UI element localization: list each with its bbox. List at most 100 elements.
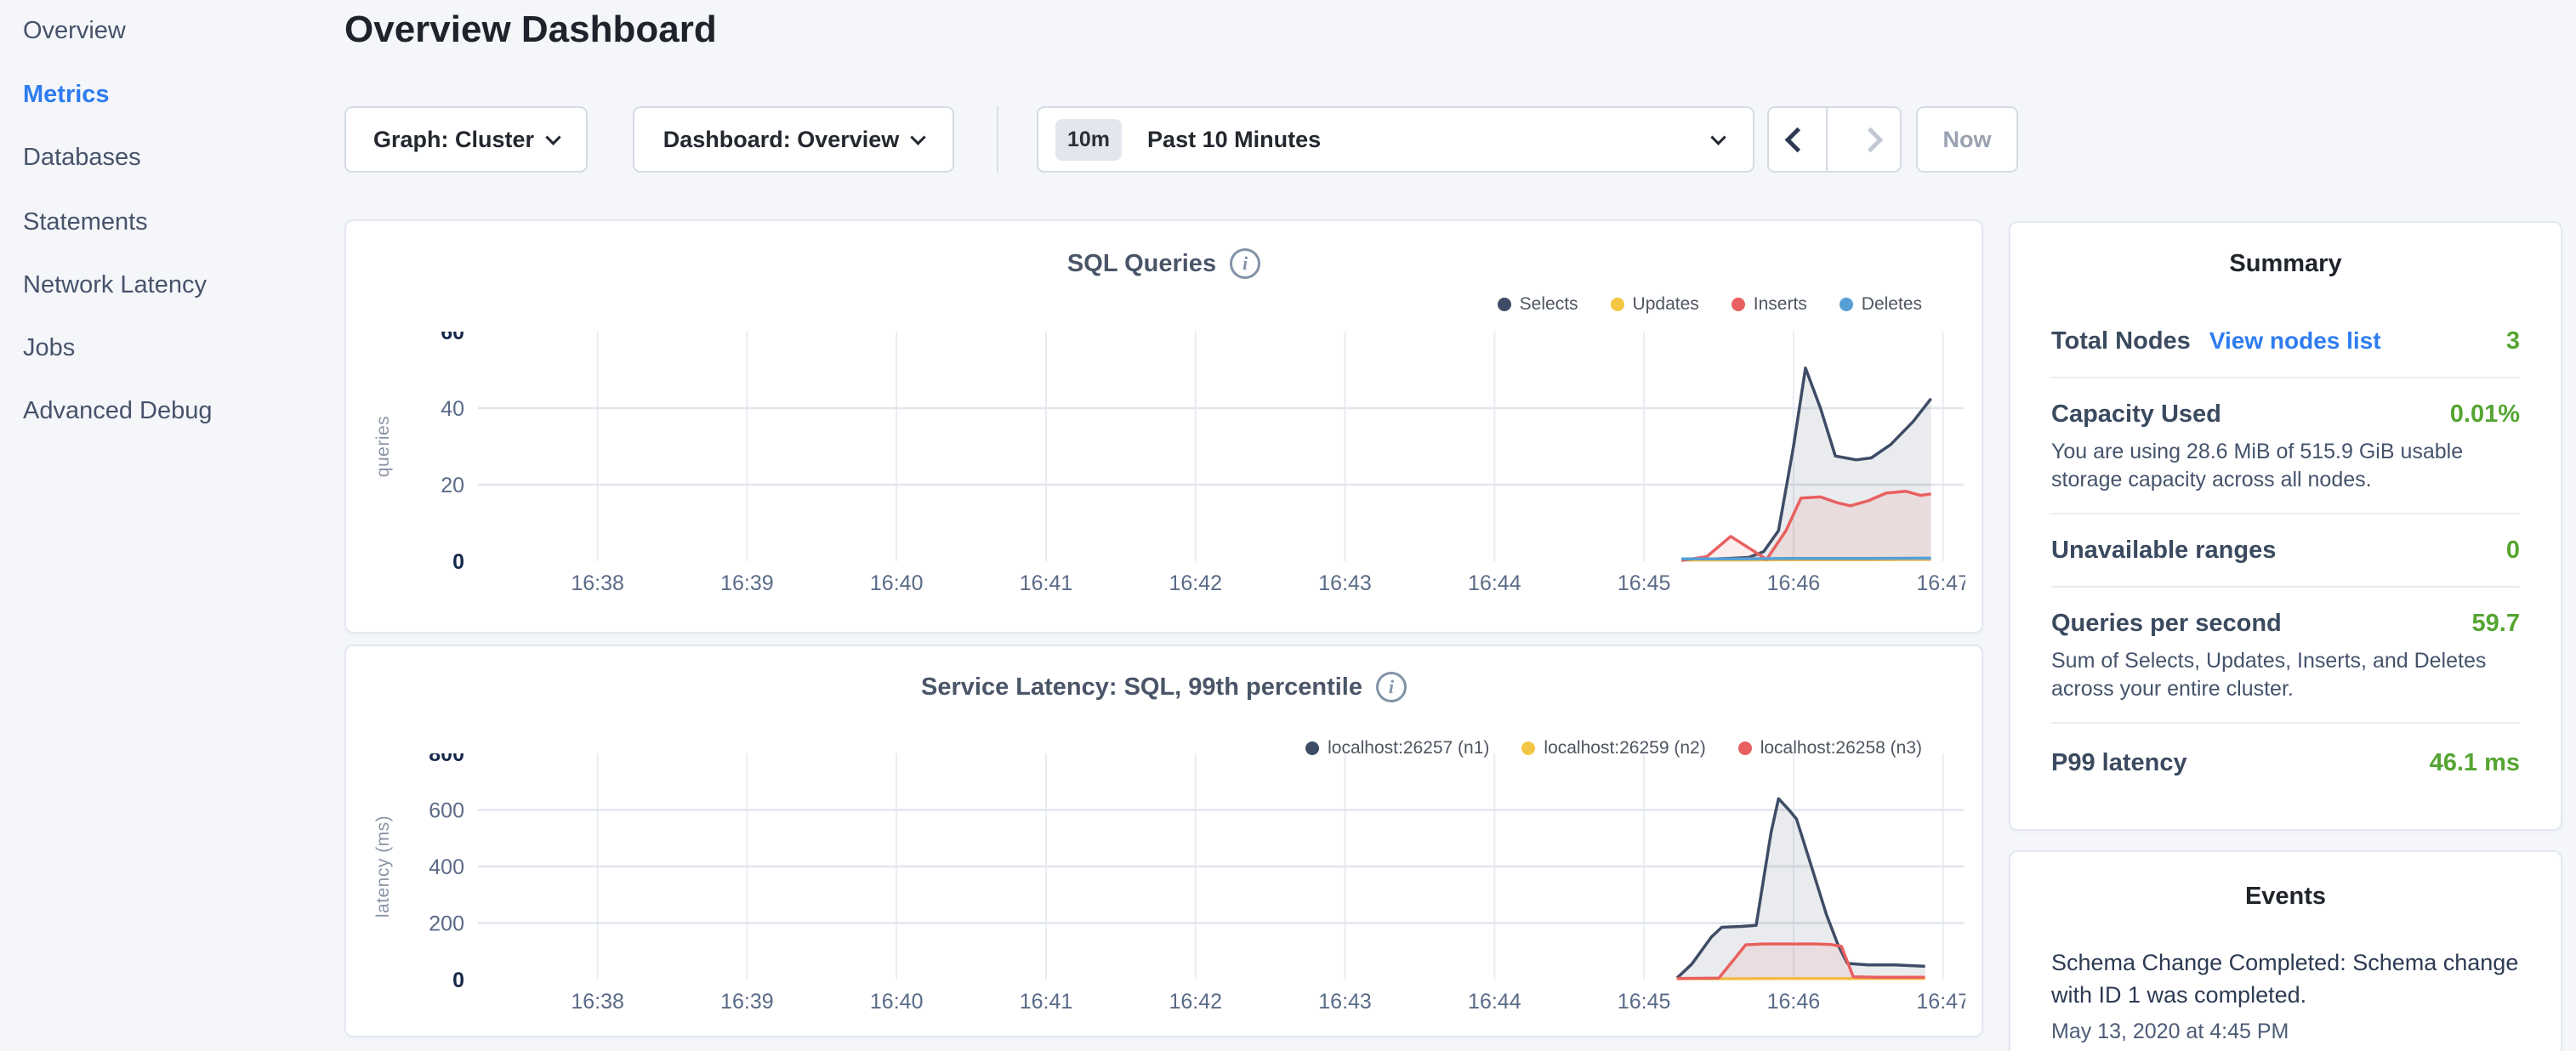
sidebar-item-overview[interactable]: Overview [23, 14, 126, 48]
chevron-down-icon [911, 129, 926, 145]
sidebar-item-jobs[interactable]: Jobs [23, 331, 75, 365]
svg-text:800: 800 [429, 753, 464, 766]
svg-text:40: 40 [441, 397, 464, 421]
summary-row-value: 0 [2506, 533, 2520, 567]
legend-dot-icon [1611, 298, 1624, 311]
svg-text:16:40: 16:40 [870, 571, 924, 595]
event-item-timestamp: May 13, 2020 at 4:45 PM [2051, 1020, 2520, 1044]
summary-row-queries-per-second: Queries per second 59.7 [2051, 606, 2520, 640]
legend-label: Deletes [1862, 294, 1922, 315]
svg-text:16:39: 16:39 [720, 990, 774, 1014]
time-range-label: Past 10 Minutes [1147, 127, 1321, 153]
controls-divider [997, 106, 998, 173]
sidebar-item-metrics[interactable]: Metrics [23, 77, 110, 111]
chart-title: SQL Queries [1067, 250, 1216, 278]
summary-panel: Summary Total Nodes View nodes list 3 Ca… [2009, 221, 2562, 831]
summary-row-label: Unavailable ranges [2051, 533, 2276, 567]
sidebar-item-databases[interactable]: Databases [23, 140, 141, 174]
dashboard-dropdown-label: Dashboard: Overview [663, 127, 900, 153]
dashboard-dropdown[interactable]: Dashboard: Overview [633, 106, 954, 173]
legend-label: Updates [1633, 294, 1699, 315]
summary-row-label: P99 latency [2051, 746, 2187, 780]
chart-title-row: Service Latency: SQL, 99th percentile i [346, 672, 1982, 702]
series-deletes [1681, 558, 1931, 559]
events-title: Events [2010, 883, 2561, 911]
svg-text:16:45: 16:45 [1618, 571, 1671, 595]
chart-title-row: SQL Queries i [346, 248, 1982, 279]
time-range-selector[interactable]: 10m Past 10 Minutes [1037, 106, 1754, 173]
chevron-left-icon [1785, 127, 1811, 152]
svg-text:16:38: 16:38 [571, 990, 624, 1014]
next-time-button[interactable] [1841, 108, 1900, 171]
svg-text:200: 200 [429, 912, 464, 936]
chart-legend: Selects Updates Inserts Deletes [1498, 294, 1922, 315]
chevron-down-icon [1710, 129, 1726, 145]
divider [2051, 722, 2520, 724]
summary-row-label: Total Nodes [2051, 324, 2191, 358]
graph-dropdown[interactable]: Graph: Cluster [344, 106, 588, 173]
sidebar-item-statements[interactable]: Statements [23, 205, 148, 239]
summary-row-value: 59.7 [2472, 606, 2520, 640]
now-button-label: Now [1943, 127, 1992, 153]
event-item-text: Schema Change Completed: Schema change w… [2051, 946, 2520, 1011]
page-title: Overview Dashboard [344, 9, 717, 51]
svg-text:16:47: 16:47 [1916, 571, 1965, 595]
legend-item: Selects [1498, 294, 1578, 315]
summary-row-label: Queries per second [2051, 606, 2282, 640]
svg-text:16:45: 16:45 [1618, 990, 1671, 1014]
sql-queries-chart-card: SQL Queries i Selects Updates Inserts Delet… [344, 219, 1983, 633]
info-icon[interactable]: i [1230, 248, 1260, 279]
events-panel: Events Schema Change Completed: Schema c… [2009, 850, 2562, 1051]
view-nodes-list-link[interactable]: View nodes list [2209, 324, 2381, 358]
legend-dot-icon [1732, 298, 1745, 311]
svg-text:16:46: 16:46 [1767, 571, 1821, 595]
legend-item: Updates [1611, 294, 1699, 315]
now-button[interactable]: Now [1916, 106, 2018, 173]
svg-text:60: 60 [441, 332, 464, 344]
info-icon[interactable]: i [1376, 672, 1407, 702]
prev-time-button[interactable] [1769, 108, 1828, 171]
graph-dropdown-label: Graph: Cluster [373, 127, 534, 153]
svg-text:16:47: 16:47 [1916, 990, 1965, 1014]
summary-row-description: You are using 28.6 MiB of 515.9 GiB usab… [2051, 438, 2520, 494]
divider [2051, 377, 2520, 378]
sql-queries-chart[interactable]: 16:3816:3916:4016:4116:4216:4316:4416:45… [418, 332, 1965, 604]
svg-text:16:44: 16:44 [1468, 990, 1521, 1014]
sidebar-item-network-latency[interactable]: Network Latency [23, 268, 207, 302]
legend-label: Selects [1520, 294, 1578, 315]
summary-row-capacity-used: Capacity Used 0.01% [2051, 397, 2520, 431]
overview-dashboard-page: Overview Metrics Databases Statements Ne… [0, 0, 2576, 1051]
chevron-right-icon [1858, 127, 1884, 152]
summary-row-total-nodes: Total Nodes View nodes list 3 [2051, 324, 2520, 358]
time-window-badge: 10m [1055, 119, 1122, 161]
svg-text:16:40: 16:40 [870, 990, 924, 1014]
divider [2051, 513, 2520, 514]
svg-text:20: 20 [441, 474, 464, 497]
chart-title: Service Latency: SQL, 99th percentile [921, 673, 1362, 702]
chevron-down-icon [545, 129, 560, 145]
sql-queries-plot[interactable]: 16:3816:3916:4016:4116:4216:4316:4416:45… [418, 332, 1965, 604]
service-latency-chart-card: Service Latency: SQL, 99th percentile i … [344, 645, 1983, 1037]
divider [2051, 586, 2520, 588]
service-latency-plot[interactable]: 16:3816:3916:4016:4116:4216:4316:4416:45… [418, 753, 1965, 1022]
legend-dot-icon [1840, 298, 1853, 311]
svg-text:16:41: 16:41 [1020, 990, 1073, 1014]
svg-text:400: 400 [429, 855, 464, 879]
svg-text:16:39: 16:39 [720, 571, 774, 595]
legend-item: Deletes [1840, 294, 1922, 315]
y-axis-label: queries [373, 416, 394, 477]
legend-item: Inserts [1732, 294, 1807, 315]
service-latency-chart[interactable]: 16:3816:3916:4016:4116:4216:4316:4416:45… [418, 753, 1965, 1022]
legend-dot-icon [1498, 298, 1511, 311]
svg-text:16:43: 16:43 [1318, 571, 1372, 595]
svg-text:0: 0 [452, 550, 464, 574]
summary-row-value: 3 [2506, 324, 2520, 358]
svg-text:0: 0 [452, 969, 464, 992]
y-axis-label: latency (ms) [373, 815, 394, 917]
summary-row-label: Capacity Used [2051, 397, 2221, 431]
summary-row-p99-latency: P99 latency 46.1 ms [2051, 746, 2520, 780]
summary-title: Summary [2010, 250, 2561, 278]
sidebar-item-advanced-debug[interactable]: Advanced Debug [23, 394, 213, 428]
svg-text:16:42: 16:42 [1169, 571, 1222, 595]
summary-row-value: 46.1 ms [2430, 746, 2520, 780]
